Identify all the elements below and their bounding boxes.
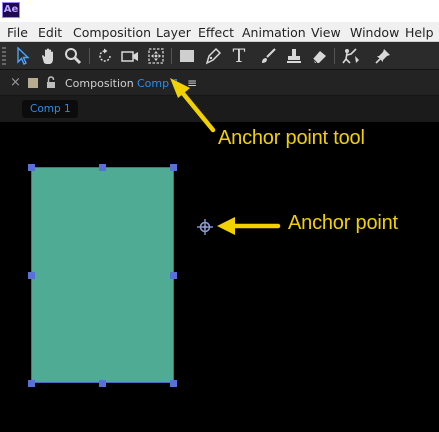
type-icon: T [232,45,246,67]
annotation-anchor-point-label: Anchor point [288,212,398,234]
brush-tool[interactable] [257,45,279,67]
eraser-tool[interactable] [308,45,330,67]
transform-handle[interactable] [99,164,106,171]
menu-help[interactable]: Help [405,25,434,40]
anchor-point-icon[interactable] [197,219,213,235]
zoom-tool[interactable] [62,45,84,67]
camera-icon [121,51,138,62]
rectangle-tool[interactable] [176,45,198,67]
annotation-anchor-tool-label: Anchor point tool [218,127,365,149]
pin-icon [375,49,390,64]
toolbar-separator [334,48,335,64]
comp-tab[interactable]: Comp 1 [22,100,78,118]
panel-title[interactable]: Composition [65,77,134,90]
hand-tool[interactable] [37,45,59,67]
toolbar-separator [89,48,90,64]
clone-stamp-tool[interactable] [283,45,305,67]
title-bar: Ae [0,0,439,22]
pen-icon [205,47,222,65]
menu-window[interactable]: Window [350,25,399,40]
pan-behind-icon [148,48,164,64]
comp-tab-label: Comp 1 [30,103,71,115]
puppet-pin-tool[interactable] [372,45,394,67]
pen-tool[interactable] [202,45,224,67]
transform-handle[interactable] [170,272,177,279]
transform-handle[interactable] [170,164,177,171]
anchor-point-tool[interactable] [145,45,167,67]
composition-viewer[interactable] [0,122,439,432]
menu-layer[interactable]: Layer [156,25,191,40]
type-tool[interactable]: T [228,45,250,67]
transform-handle[interactable] [28,164,35,171]
eraser-icon [312,51,326,64]
stamp-icon [287,49,301,63]
transform-handle[interactable] [28,272,35,279]
transform-handle[interactable] [99,380,106,387]
rotate-icon [99,48,111,62]
brush-icon [262,48,276,63]
toolbar-separator [171,48,172,64]
rectangle-icon [180,50,194,62]
menu-file[interactable]: File [7,25,28,40]
solid-layer[interactable] [31,167,174,383]
menu-animation[interactable]: Animation [242,25,306,40]
menu-effect[interactable]: Effect [198,25,234,40]
selection-tool[interactable] [11,45,33,67]
composition-panel-header: × Composition Comp 1 ≡ [0,70,439,96]
roto-brush-icon [342,48,359,64]
menu-composition[interactable]: Composition [73,25,151,40]
menu-edit[interactable]: Edit [38,25,62,40]
app-logo: Ae [2,2,20,18]
panel-comp-name[interactable]: Comp 1 [137,77,180,90]
menu-bar: File Edit Composition Layer Effect Anima… [0,22,439,42]
hand-icon [42,48,53,64]
transform-handle[interactable] [28,380,35,387]
panel-menu-icon[interactable]: ≡ [187,76,197,90]
tools-toolbar: T [0,42,439,70]
rotation-tool[interactable] [94,45,116,67]
roto-brush-tool[interactable] [340,45,362,67]
lock-icon[interactable] [46,76,56,89]
arrow-cursor-icon [17,47,30,65]
magnifier-icon [65,48,82,65]
menu-view[interactable]: View [311,25,341,40]
toolbar-grip[interactable] [2,47,6,65]
label-color-swatch [28,78,38,88]
close-panel-button[interactable]: × [10,75,21,90]
composition-navigator: Comp 1 [0,96,439,122]
transform-handle[interactable] [170,380,177,387]
camera-tool[interactable] [119,45,141,67]
